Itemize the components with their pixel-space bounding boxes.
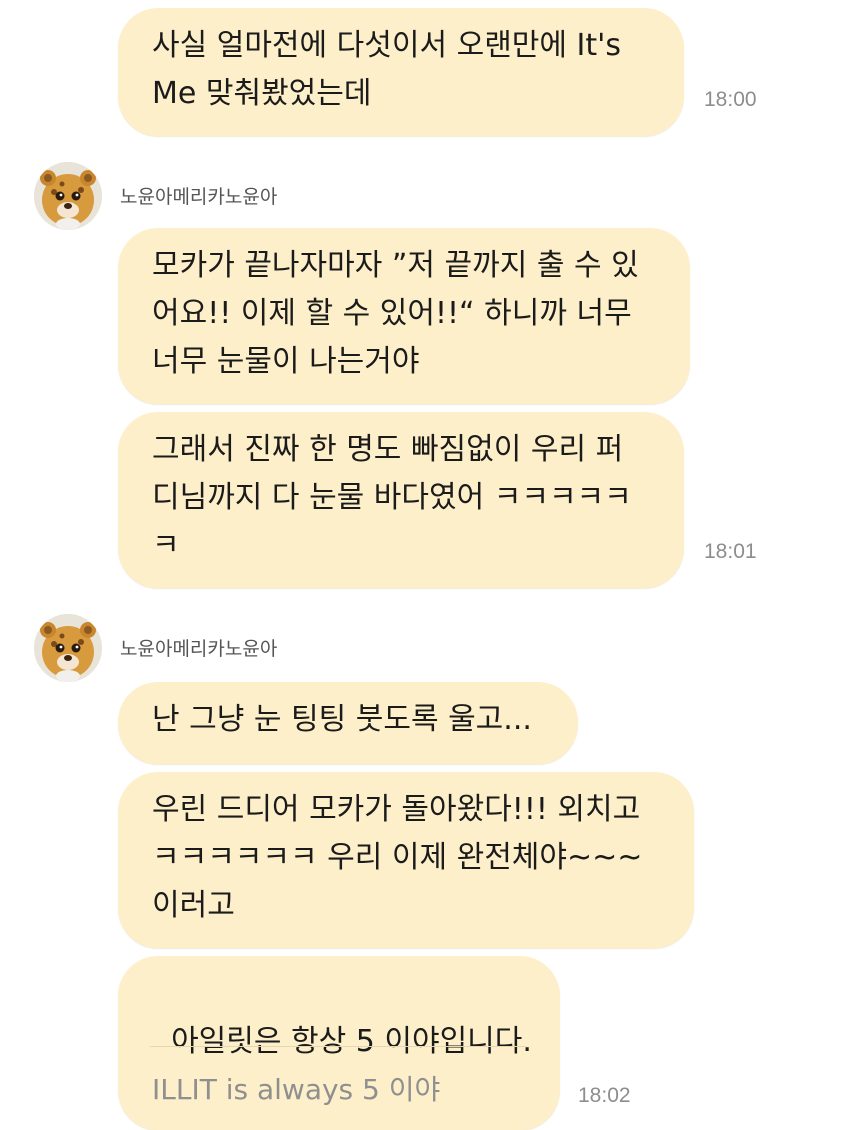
message-time: 18:00 — [704, 88, 757, 111]
bear-plush-avatar-icon[interactable] — [34, 162, 102, 230]
bear-plush-avatar-icon[interactable] — [34, 614, 102, 682]
message-bubble[interactable]: 우린 드디어 모카가 돌아왔다!!! 외치고 ㅋㅋㅋㅋㅋㅋ 우리 이제 완전체야… — [118, 772, 694, 948]
message-bubble[interactable]: 난 그냥 눈 팅팅 붓도록 울고... — [118, 682, 578, 764]
sender-name: 노윤아메리카노윤아 — [120, 638, 278, 660]
message-bubble[interactable]: 그래서 진짜 한 명도 빠짐없이 우리 퍼 디님까지 다 눈물 바다였어 ㅋㅋㅋ… — [118, 412, 684, 588]
message-text: 아일릿은 항상 5 이야입니다. — [171, 1024, 532, 1059]
translation-divider — [150, 1046, 526, 1047]
message-bubble[interactable]: 사실 얼마전에 다섯이서 오랜만에 It's Me 맞춰봤었는데 — [118, 8, 684, 136]
sender-name: 노윤아메리카노윤아 — [120, 186, 278, 208]
message-bubble[interactable]: 모카가 끝나자마자 ”저 끝까지 출 수 있 어요!! 이제 할 수 있어!!“… — [118, 228, 690, 404]
translation-text: ILLIT is always 5 이야 — [152, 1073, 441, 1106]
message-time: 18:02 — [578, 1084, 631, 1107]
message-time: 18:01 — [704, 540, 757, 563]
